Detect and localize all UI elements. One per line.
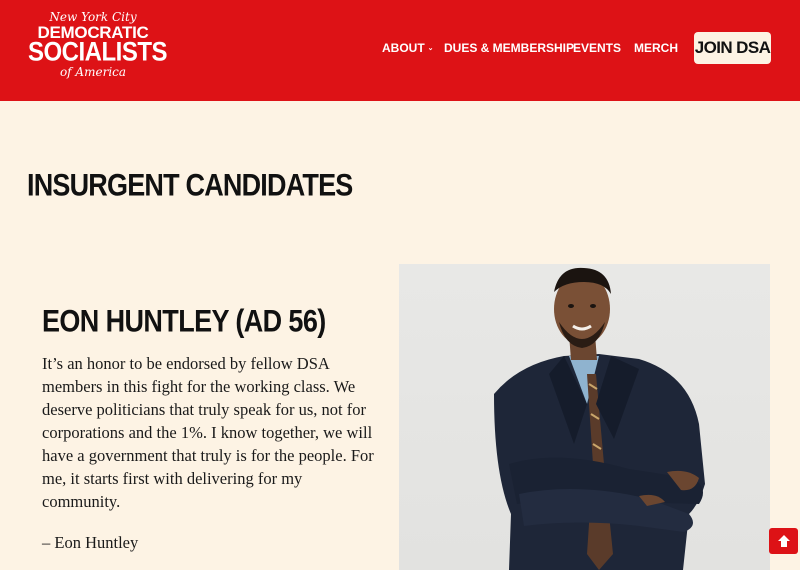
nav-about[interactable]: ABOUT ⌄ [382,40,434,56]
site-logo[interactable]: New York City DEMOCRATIC SOCIALISTS of A… [28,10,168,86]
nav-merch[interactable]: MERCH [634,40,678,56]
candidate-quote: It’s an honor to be endorsed by fellow D… [42,354,374,511]
nav-dues-membership[interactable]: DUES & MEMBERSHIP [444,40,574,56]
scroll-to-top-button[interactable] [769,528,798,554]
nav-events[interactable]: EVENTS [573,40,621,56]
nav-events-label[interactable]: EVENTS [573,41,621,55]
nav-dues-label[interactable]: DUES & MEMBERSHIP [444,41,574,55]
page-title: INSURGENT CANDIDATES [27,168,353,203]
chevron-down-icon: ⌄ [427,44,434,52]
quote-attribution: – Eon Huntley [42,533,139,552]
arrow-up-icon [777,535,790,547]
site-header: New York City DEMOCRATIC SOCIALISTS of A… [0,0,800,101]
join-dsa-button[interactable]: JOIN DSA [694,32,771,64]
candidate-portrait-illustration [494,267,705,570]
nav-merch-label[interactable]: MERCH [634,41,678,55]
nav-about-label[interactable]: ABOUT [382,41,425,55]
candidate-name: EON HUNTLEY (AD 56) [42,304,326,339]
logo-line-socialists: SOCIALISTS [28,37,168,68]
logo-line-city: New York City [49,10,137,24]
candidate-photo [399,264,770,570]
